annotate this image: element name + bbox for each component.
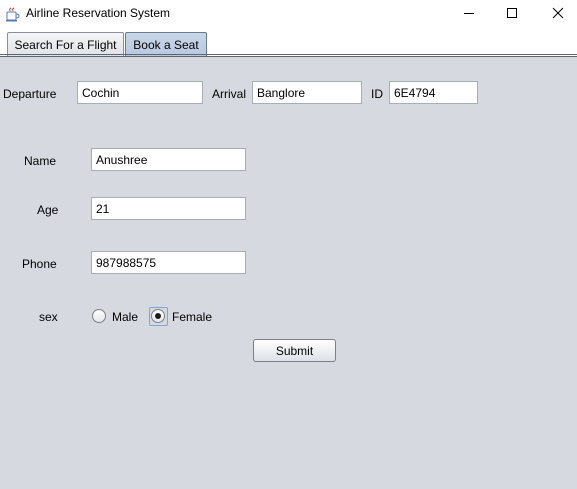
- departure-label: Departure: [3, 87, 57, 101]
- departure-field[interactable]: [77, 81, 203, 104]
- name-field[interactable]: [91, 148, 246, 171]
- submit-button[interactable]: Submit: [253, 339, 336, 362]
- phone-field[interactable]: [91, 251, 246, 274]
- tab-book-seat[interactable]: Book a Seat: [125, 32, 207, 56]
- window-title-bar: Airline Reservation System: [0, 0, 577, 29]
- window-title: Airline Reservation System: [26, 6, 171, 20]
- close-icon: [552, 7, 564, 22]
- maximize-button[interactable]: [489, 0, 535, 29]
- minimize-icon: [463, 7, 475, 22]
- arrival-field[interactable]: [252, 81, 362, 104]
- name-label: Name: [24, 154, 57, 168]
- tab-divider: [0, 54, 577, 55]
- maximize-icon: [506, 7, 518, 22]
- id-label: ID: [371, 87, 383, 101]
- close-button[interactable]: [535, 0, 577, 29]
- book-seat-panel: [0, 57, 577, 489]
- female-radio[interactable]: [151, 309, 165, 323]
- female-radio-label[interactable]: Female: [172, 310, 212, 324]
- phone-label: Phone: [22, 257, 57, 271]
- java-cup-icon: [5, 6, 21, 22]
- minimize-button[interactable]: [446, 0, 492, 29]
- male-radio-label[interactable]: Male: [112, 310, 138, 324]
- age-field[interactable]: [91, 197, 246, 220]
- arrival-label: Arrival: [212, 87, 247, 101]
- age-label: Age: [37, 203, 59, 217]
- sex-label: sex: [39, 310, 58, 324]
- flight-id-field[interactable]: [389, 81, 478, 104]
- male-radio[interactable]: [92, 309, 106, 323]
- tab-search-flight[interactable]: Search For a Flight: [7, 32, 124, 56]
